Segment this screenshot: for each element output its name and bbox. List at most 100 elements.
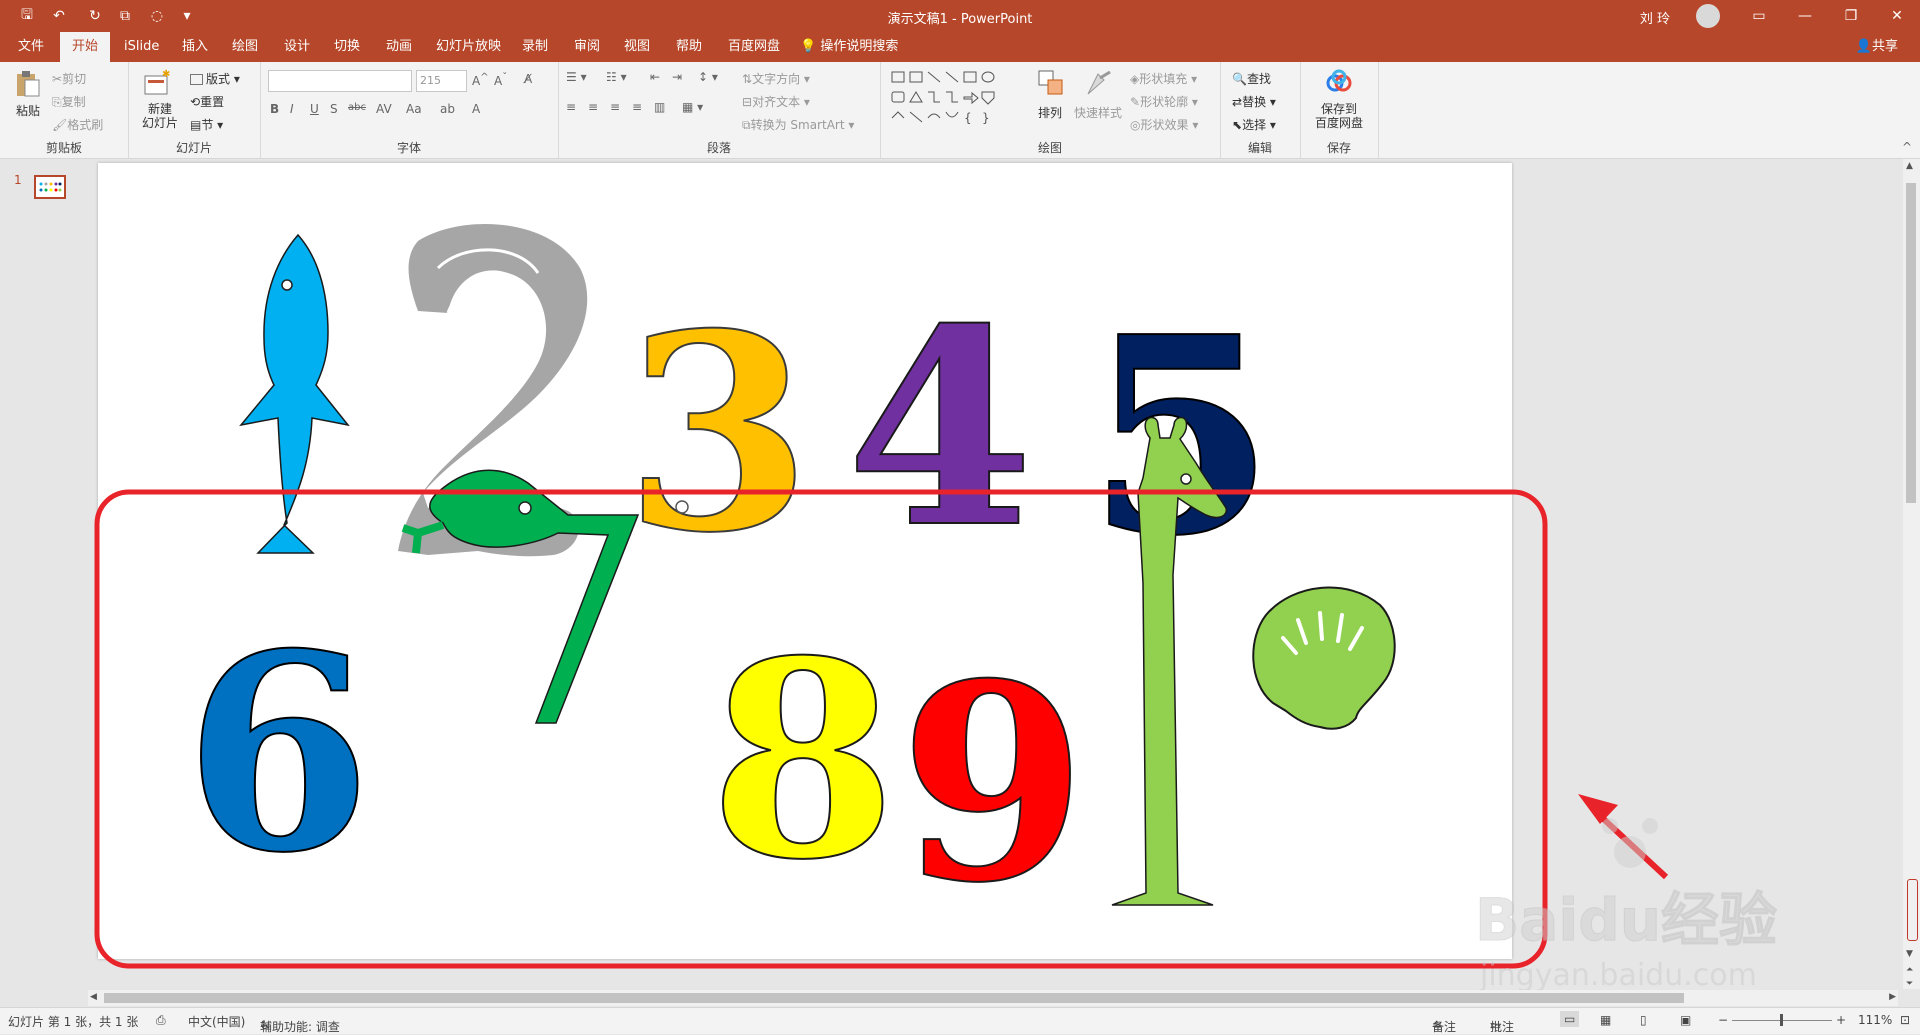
shape-effects-button[interactable]: ◎形状效果 ▾: [1130, 116, 1198, 133]
maximize-button[interactable]: ❐: [1828, 0, 1874, 32]
number-three[interactable]: 3: [623, 273, 813, 593]
paste-icon[interactable]: [12, 68, 42, 98]
italic-button[interactable]: I: [290, 102, 294, 116]
vertical-scroll-thumb[interactable]: [1906, 183, 1916, 503]
clear-format-icon[interactable]: A̸: [524, 72, 532, 86]
zoom-in-button[interactable]: +: [1836, 1013, 1846, 1027]
layout-button[interactable]: 版式 ▾: [190, 70, 240, 87]
arrange-icon[interactable]: [1036, 68, 1066, 98]
horizontal-scroll-thumb[interactable]: [104, 993, 1684, 1003]
share-button[interactable]: 👤共享: [1856, 32, 1898, 62]
cut-button[interactable]: ✂剪切: [52, 70, 86, 87]
scroll-down-icon[interactable]: ▼: [1906, 949, 1913, 959]
tab-home[interactable]: 开始: [60, 32, 111, 62]
replace-button[interactable]: ⇄替换 ▾: [1232, 93, 1276, 110]
tab-design[interactable]: 设计: [272, 32, 322, 62]
scroll-left-icon[interactable]: ◀: [90, 992, 97, 1002]
strikethrough-button[interactable]: abc: [348, 102, 366, 113]
avatar[interactable]: [1696, 4, 1720, 28]
number-nine[interactable]: 9: [898, 623, 1088, 943]
tab-file[interactable]: 文件: [6, 32, 56, 62]
spellcheck-icon[interactable]: ⎙: [156, 1013, 166, 1028]
align-text-button[interactable]: ⊟对齐文本 ▾: [742, 93, 810, 110]
quick-styles-button[interactable]: 快速样式: [1074, 104, 1122, 121]
zoom-level[interactable]: 111%: [1858, 1013, 1892, 1027]
tell-me-search[interactable]: 💡 操作说明搜索: [800, 32, 898, 62]
font-name-input[interactable]: [268, 70, 412, 92]
slideshow-view-icon[interactable]: ▣: [1680, 1013, 1691, 1027]
justify-icon[interactable]: ≡: [632, 100, 642, 114]
tab-view[interactable]: 视图: [612, 32, 662, 62]
spacing-button[interactable]: AV: [376, 102, 392, 116]
collapse-ribbon-icon[interactable]: ^: [1902, 140, 1912, 154]
scroll-up-icon[interactable]: ▲: [1906, 161, 1913, 171]
normal-view-icon[interactable]: ▭: [1560, 1011, 1580, 1027]
shadow-button[interactable]: S: [330, 102, 338, 116]
shape-fill-button[interactable]: ◈形状填充 ▾: [1130, 70, 1197, 87]
tab-slideshow[interactable]: 幻灯片放映: [424, 32, 513, 62]
minimize-button[interactable]: —: [1782, 0, 1828, 32]
reading-view-icon[interactable]: ▯: [1640, 1013, 1647, 1027]
numbering-icon[interactable]: ☷ ▾: [606, 70, 627, 84]
tab-record[interactable]: 录制: [510, 32, 560, 62]
reset-button[interactable]: ⟲重置: [190, 93, 224, 110]
copy-button[interactable]: ⎘复制: [52, 93, 86, 110]
slide-thumbnail[interactable]: [34, 175, 66, 199]
increase-indent-icon[interactable]: ⇥: [672, 70, 682, 84]
slide-sorter-icon[interactable]: ▦: [1600, 1013, 1611, 1027]
bullets-icon[interactable]: ☰ ▾: [566, 70, 587, 84]
zoom-out-button[interactable]: −: [1718, 1013, 1728, 1027]
find-button[interactable]: 🔍查找: [1232, 70, 1271, 87]
format-painter-button[interactable]: 🖌格式刷: [52, 116, 103, 133]
highlight-icon[interactable]: ab: [440, 102, 455, 116]
tab-baidu[interactable]: 百度网盘: [716, 32, 792, 62]
tab-animations[interactable]: 动画: [374, 32, 424, 62]
tab-insert[interactable]: 插入: [170, 32, 220, 62]
text-direction-button[interactable]: ⇅文字方向 ▾: [742, 70, 810, 87]
shapes-gallery[interactable]: { }: [890, 70, 1018, 128]
line-spacing-icon[interactable]: ↕ ▾: [698, 70, 718, 84]
quick-styles-icon[interactable]: [1084, 68, 1114, 98]
align-left-icon[interactable]: ≡: [566, 100, 576, 114]
distributed-icon[interactable]: ▥: [654, 100, 665, 114]
zoom-slider-thumb[interactable]: [1780, 1014, 1783, 1026]
fit-slide-icon[interactable]: ⊡: [1900, 1013, 1910, 1027]
ribbon-display-icon[interactable]: ▭: [1736, 0, 1782, 32]
shape-outline-button[interactable]: ✎形状轮廓 ▾: [1130, 93, 1198, 110]
baidu-cloud-icon[interactable]: [1324, 68, 1354, 98]
fish-shape[interactable]: [239, 233, 350, 554]
slide-canvas[interactable]: 3 4 5 6 8 9: [98, 163, 1512, 959]
next-slide-icon[interactable]: ⏷: [1906, 979, 1913, 989]
bold-button[interactable]: B: [270, 102, 279, 116]
columns-icon[interactable]: ▦ ▾: [682, 100, 703, 114]
section-button[interactable]: ▤节 ▾: [190, 116, 223, 133]
save-to-baidu-button[interactable]: 保存到 百度网盘: [1306, 102, 1372, 130]
align-right-icon[interactable]: ≡: [610, 100, 620, 114]
horizontal-scrollbar[interactable]: ◀ ▶: [88, 990, 1898, 1006]
tab-draw[interactable]: 绘图: [220, 32, 270, 62]
shell-shape[interactable]: [1252, 586, 1396, 730]
number-four[interactable]: 4: [845, 268, 1035, 588]
grow-font-icon[interactable]: A^: [472, 72, 489, 88]
shrink-font-icon[interactable]: Aˇ: [494, 72, 507, 88]
tab-islide[interactable]: iSlide: [112, 32, 171, 62]
close-button[interactable]: ✕: [1874, 0, 1920, 32]
new-slide-icon[interactable]: ✱: [142, 68, 172, 98]
number-eight[interactable]: 8: [708, 600, 898, 920]
arrange-button[interactable]: 排列: [1038, 104, 1062, 121]
select-button[interactable]: ⬉选择 ▾: [1232, 116, 1276, 133]
underline-button[interactable]: U: [310, 102, 319, 116]
user-name[interactable]: 刘 玲: [1640, 8, 1670, 27]
language-status[interactable]: 中文(中国): [188, 1013, 245, 1030]
vertical-scrollbar[interactable]: ▲ ▼ ⏶ ⏷: [1903, 159, 1920, 989]
tab-review[interactable]: 审阅: [562, 32, 612, 62]
prev-slide-icon[interactable]: ⏶: [1906, 965, 1913, 975]
convert-smartart-button[interactable]: ⧉转换为 SmartArt ▾: [742, 116, 854, 133]
scroll-right-icon[interactable]: ▶: [1889, 992, 1896, 1002]
paste-button[interactable]: 粘贴: [16, 102, 40, 119]
align-center-icon[interactable]: ≡: [588, 100, 598, 114]
tab-transitions[interactable]: 切换: [322, 32, 372, 62]
font-size-input[interactable]: 215: [416, 70, 467, 92]
seven-snake-shape[interactable]: [401, 469, 640, 724]
tab-help[interactable]: 帮助: [664, 32, 714, 62]
